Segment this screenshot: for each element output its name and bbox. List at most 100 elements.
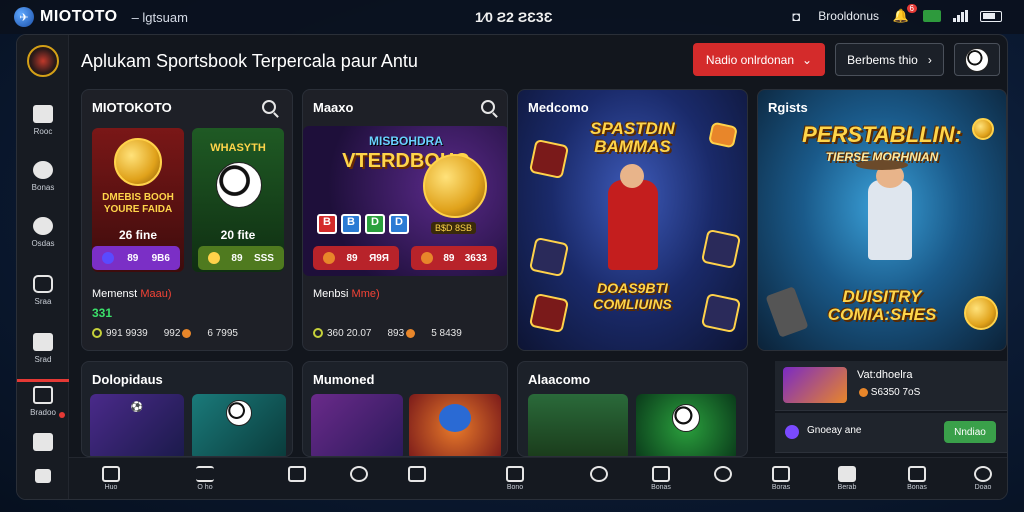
user-icon: [785, 425, 799, 439]
nav-item-clock[interactable]: Doao: [965, 466, 1001, 491]
card-meta-spacer: [313, 306, 323, 316]
odds-pill[interactable]: 89 3633: [411, 246, 497, 270]
pill-value: 89: [346, 252, 358, 264]
status-label: Brooldonus: [818, 9, 879, 23]
signal-icon: [953, 10, 968, 22]
sidebar-item-1[interactable]: Rooc: [17, 105, 69, 136]
crop-icon: [408, 466, 426, 482]
brand-name: MIOTOTO: [40, 8, 118, 25]
game-card-2[interactable]: Maaxo MISBOHDRA VTERDBOHO B B D D B$D 8S…: [302, 89, 508, 351]
secondary-button-label: Berbems thio: [847, 52, 918, 67]
nav-item-video[interactable]: Berab: [829, 466, 865, 491]
clock-icon: [974, 466, 992, 482]
nav-item-home[interactable]: Huo: [93, 466, 129, 491]
nav-item-search[interactable]: [341, 466, 377, 482]
card-meta-number: 331: [92, 306, 113, 320]
game-tile[interactable]: [528, 394, 628, 456]
soccer-ball-icon: [226, 400, 252, 426]
chip: D: [389, 214, 409, 234]
nav-item-chat[interactable]: [581, 466, 617, 482]
sidebar-item-4[interactable]: Sraa: [17, 275, 69, 306]
store-icon: [33, 433, 53, 451]
chevron-right-icon: ›: [927, 52, 932, 67]
top-center-text: 1⁄0 Ƨ2 ƧƐ3Ɛ: [475, 9, 553, 25]
card-meta-title: Menbsi Mme): [313, 288, 380, 300]
game-card-1[interactable]: MIOTOKOTO DMEBIS BOOH YOURE FAIDA 26 fin…: [81, 89, 293, 351]
brand[interactable]: ✈ MIOTOTO – lgtsuam: [14, 7, 188, 27]
bookmark-icon: [33, 105, 53, 123]
coin-icon: [859, 387, 868, 397]
coin-icon: [323, 252, 335, 264]
search-icon[interactable]: [262, 100, 276, 114]
nav-item-menu[interactable]: O ho: [187, 466, 223, 491]
nav-item-check[interactable]: [705, 466, 741, 482]
odds-pill[interactable]: 89 9B6: [92, 246, 180, 270]
sidebar-item-8[interactable]: [17, 469, 69, 483]
sidebar-item-7[interactable]: [17, 433, 69, 451]
house-icon: [35, 469, 51, 483]
card-title: Rgists: [768, 100, 808, 115]
chip: B: [317, 214, 337, 234]
badge-icon: [700, 228, 742, 270]
game-tile[interactable]: [636, 394, 736, 456]
pill-value: 3633: [464, 252, 487, 264]
pill-value: 89: [231, 252, 243, 264]
sidebar-item-5[interactable]: Srad: [17, 333, 69, 364]
side-panel-item-1[interactable]: Vat:dhoelra S6350 7oS: [775, 361, 1007, 411]
card-meta-row: 360 20.07 893 5 8439: [313, 328, 462, 339]
hat-icon: [856, 160, 908, 170]
game-card-5[interactable]: Dolopidaus ⚽: [81, 361, 293, 457]
game-card-3[interactable]: Medcomo SPASTDIN BAMMAS DOAS9BTI COMLIUI…: [517, 89, 748, 351]
side-panel-item-2[interactable]: Gnoeay ane Nndiao: [775, 413, 1007, 453]
nav-item-house[interactable]: [279, 466, 315, 482]
player-head: [620, 164, 644, 188]
nav-item-box[interactable]: Bono: [497, 466, 533, 491]
token-icon: [102, 252, 114, 264]
sidebar-item-2[interactable]: Bonas: [17, 161, 69, 192]
nav-item-ticket[interactable]: Bonas: [643, 466, 679, 491]
ticket-icon: [652, 466, 670, 482]
coin-icon: [421, 252, 433, 264]
nav-item-store[interactable]: Boras: [763, 466, 799, 491]
bottom-nav: Huo O ho Bono Bonas Boras Berab Bonas Do…: [69, 457, 1007, 499]
soccer-ball-icon: [216, 162, 262, 208]
check-icon: [714, 466, 732, 482]
sidebar-item-6[interactable]: Bradoo: [17, 379, 69, 418]
status-indicator-icon: [923, 10, 941, 22]
chevron-down-icon: ⌄: [802, 52, 813, 67]
odds-pill[interactable]: 89 Я9Я: [313, 246, 399, 270]
game-tile[interactable]: [311, 394, 403, 456]
coin-icon: [406, 328, 416, 338]
notification-icon[interactable]: 🔔 6: [891, 4, 917, 25]
primary-dropdown-button[interactable]: Nadio onlrdonan ⌄: [693, 43, 825, 76]
card-title: Alaacomo: [528, 372, 591, 387]
tile-text: WHASYTH: [210, 142, 266, 154]
top-right-status: ◘ Brooldonus 🔔 6: [786, 4, 1002, 25]
odds-pill[interactable]: 89 SSS: [198, 246, 284, 270]
game-tile[interactable]: [192, 394, 286, 456]
soccer-ball-icon: [965, 47, 989, 72]
primary-button-label: Nadio onlrdonan: [705, 52, 794, 67]
chip: B: [341, 214, 361, 234]
sidebar-item-label: Bonas: [31, 183, 55, 192]
game-card-6[interactable]: Mumoned: [302, 361, 508, 457]
join-button[interactable]: Nndiao: [944, 421, 996, 443]
sidebar-item-3[interactable]: Osdas: [17, 217, 69, 248]
pill-value: 89: [127, 252, 139, 264]
game-card-7[interactable]: Alaacomo: [517, 361, 748, 457]
app-logo-icon[interactable]: [27, 45, 59, 77]
promo-thumbnail: [783, 367, 847, 403]
badge-icon: [528, 292, 570, 334]
profile-ball-button[interactable]: [954, 43, 1000, 76]
secondary-dropdown-button[interactable]: Berbems thio ›: [835, 43, 944, 76]
camera-icon[interactable]: ◘: [786, 7, 806, 25]
gold-coin-icon: [423, 154, 487, 218]
game-tile[interactable]: [409, 394, 501, 456]
nav-item-house-2[interactable]: Bonas: [899, 466, 935, 491]
search-icon[interactable]: [481, 100, 495, 114]
card-title: Mumoned: [313, 372, 375, 387]
badge-icon: [528, 138, 570, 180]
nav-item-crop[interactable]: [399, 466, 435, 482]
game-tile[interactable]: ⚽: [90, 394, 184, 456]
game-card-4[interactable]: Rgists PERSTABLLIN: TIERSE MORHNIAN DUIS…: [757, 89, 1007, 351]
